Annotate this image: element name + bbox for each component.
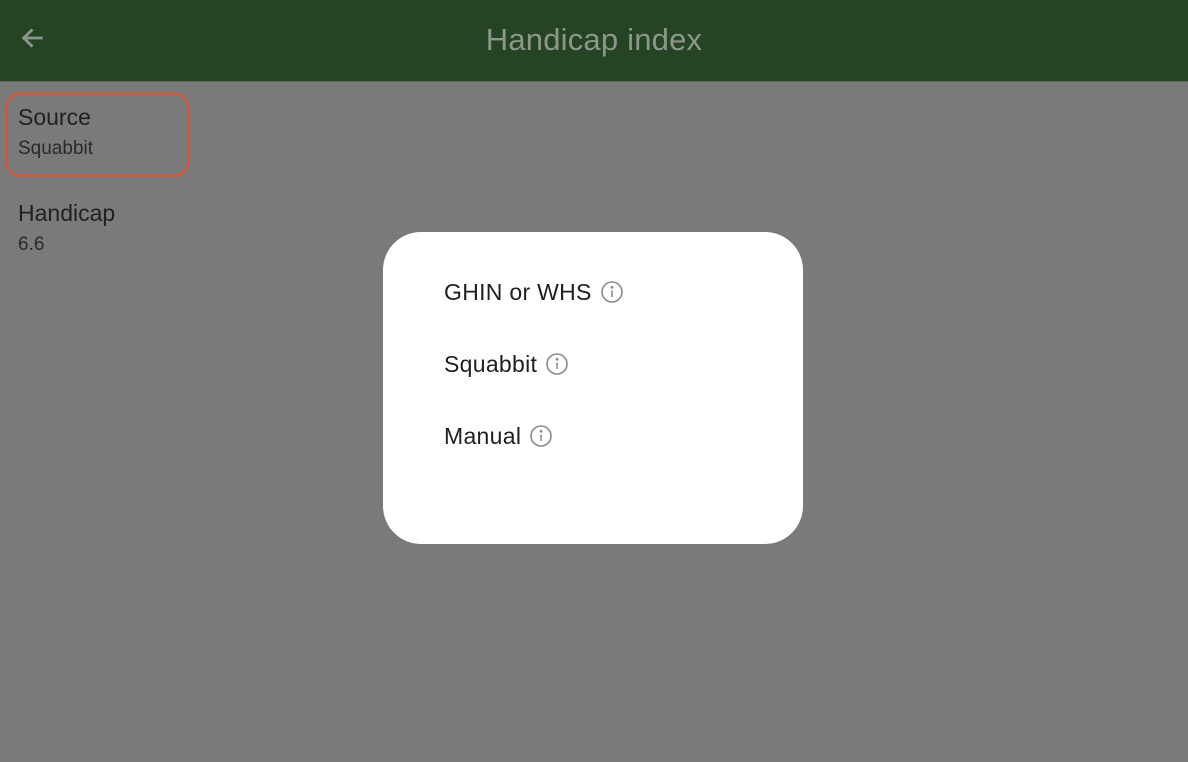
info-icon[interactable] [600, 280, 624, 304]
source-setting[interactable]: Source Squabbit [18, 102, 93, 162]
page-title: Handicap index [485, 22, 703, 57]
option-label: Squabbit [444, 350, 538, 377]
option-label: GHIN or WHS [444, 278, 592, 305]
app-bar: Handicap index [0, 0, 1188, 81]
option-manual[interactable]: Manual [444, 416, 553, 456]
info-icon[interactable] [529, 424, 553, 448]
handicap-value: 6.6 [18, 234, 45, 255]
source-value: Squabbit [18, 138, 94, 159]
option-ghin-or-whs[interactable]: GHIN or WHS [444, 272, 624, 312]
handicap-setting[interactable]: Handicap 6.6 [18, 198, 115, 258]
info-icon[interactable] [545, 352, 569, 376]
source-selection-dialog: GHIN or WHS Squabbit Manual [383, 232, 803, 544]
option-label: Manual [444, 422, 522, 449]
option-squabbit[interactable]: Squabbit [444, 344, 569, 384]
handicap-label: Handicap [18, 200, 116, 226]
screen: Handicap index Source Squabbit Handicap … [0, 0, 1188, 762]
source-label: Source [18, 104, 91, 130]
